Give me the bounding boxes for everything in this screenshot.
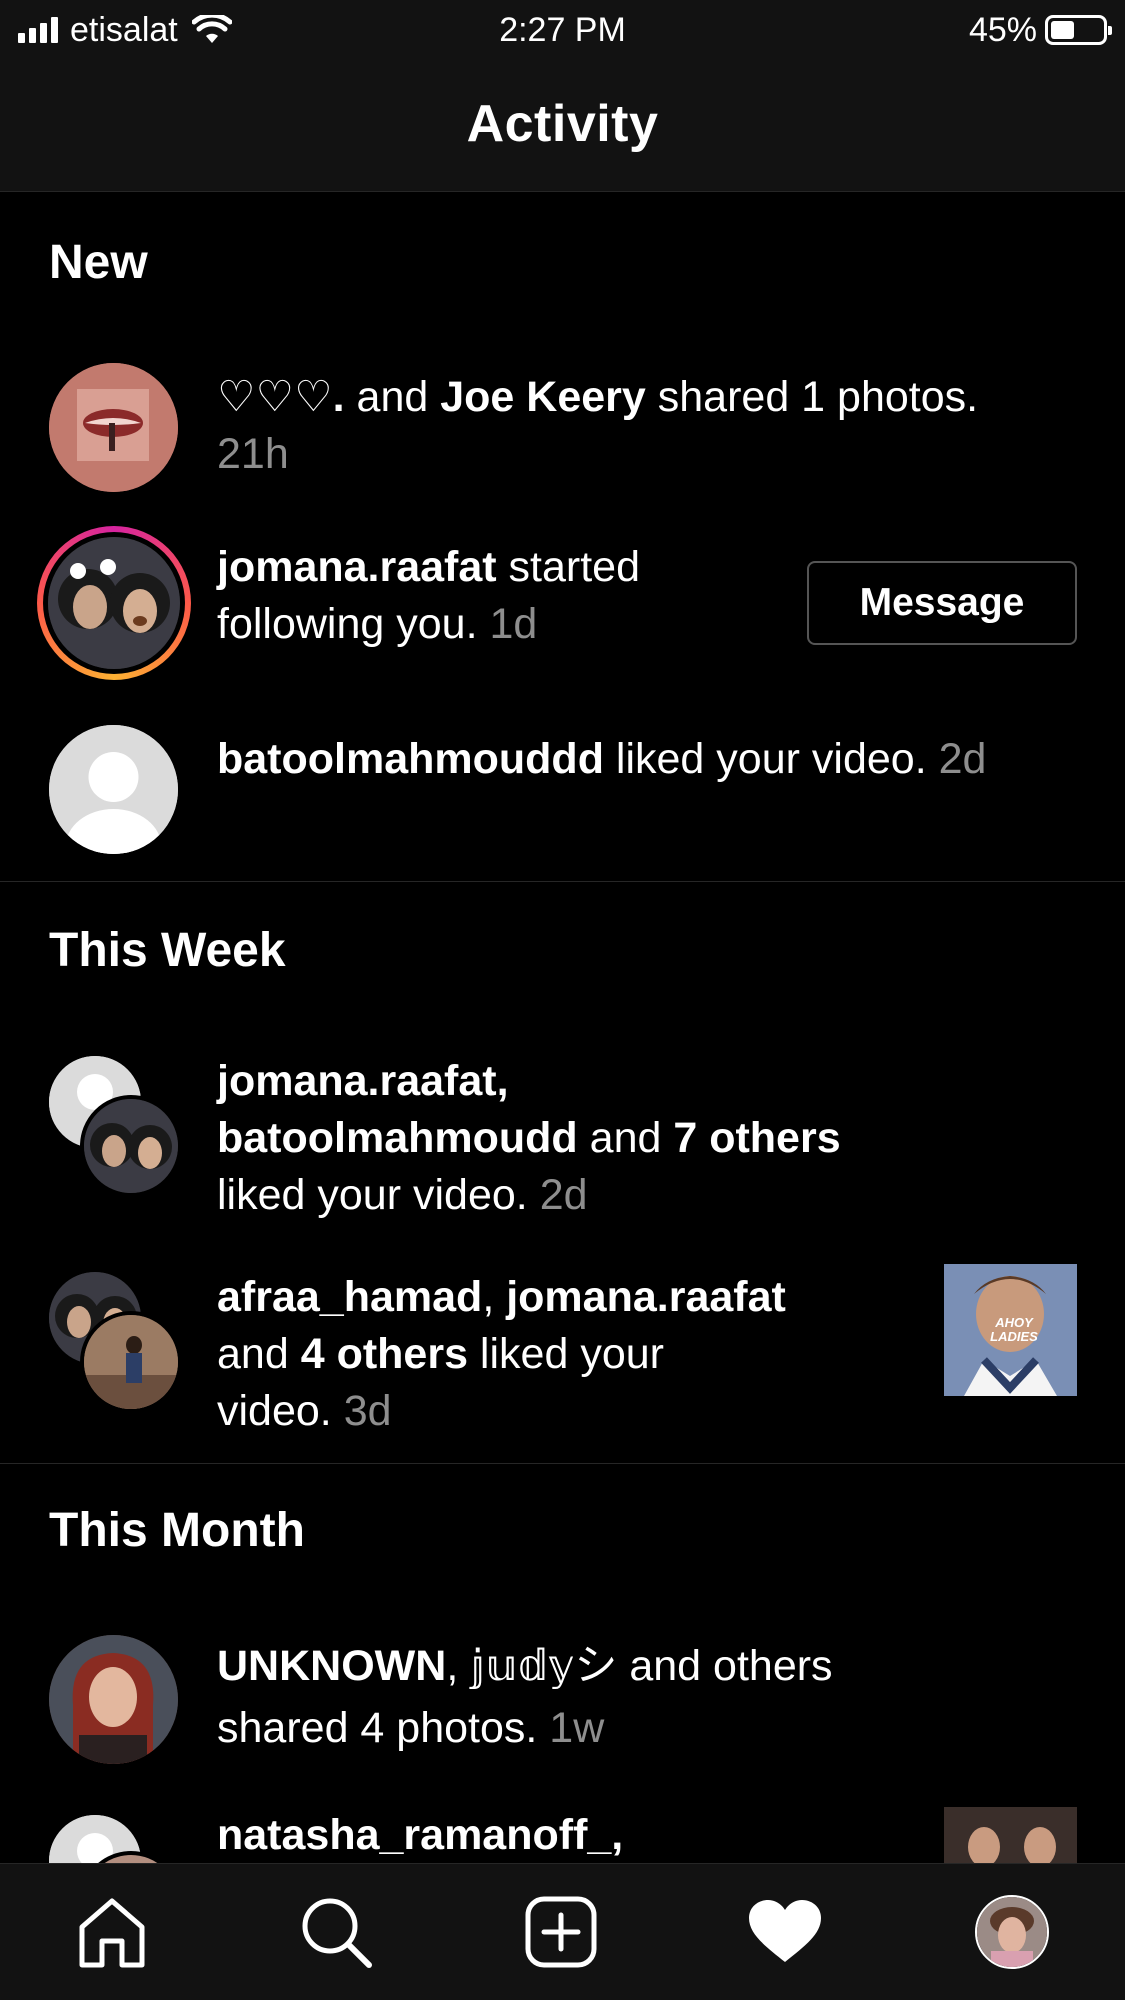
activity-text: batoolmahmouddd liked your video. 2d: [217, 731, 1037, 788]
timestamp: 3d: [343, 1387, 392, 1435]
section-divider: [0, 1463, 1125, 1464]
username[interactable]: ♡♡♡.: [217, 373, 345, 421]
activity-item[interactable]: ♡♡♡. and Joe Keery shared 1 photos. 21h: [0, 363, 1125, 513]
status-right: 45%: [968, 10, 1112, 50]
activity-text: natasha_ramanoff_,: [217, 1807, 917, 1863]
action-text: shared 1 photos.: [645, 373, 979, 421]
status-bar: etisalat 2:27 PM 45%: [0, 0, 1125, 60]
avatar-friends-image: [48, 537, 180, 669]
activity-screen: etisalat 2:27 PM 45% Activity New ♡♡♡. a…: [0, 0, 1125, 2000]
story-ring[interactable]: [37, 526, 191, 680]
avatar[interactable]: [80, 1311, 182, 1413]
activity-text: ♡♡♡. and Joe Keery shared 1 photos. 21h: [217, 369, 1037, 483]
activity-text: afraa_hamad, jomana.raafat and 4 others …: [217, 1269, 917, 1440]
activity-item[interactable]: UNKNOWN, 𝕛𝕦𝕕𝕪シ and others shared 4 photo…: [0, 1635, 1125, 1785]
page-header: Activity: [0, 60, 1125, 192]
activity-text: jomana.raafat started following you. 1d: [217, 539, 777, 653]
avatar-person-image: [49, 1635, 178, 1764]
username[interactable]: jomana.raafat: [506, 1273, 786, 1321]
others-link[interactable]: 4 others: [301, 1330, 468, 1378]
home-icon: [79, 1898, 145, 1968]
section-divider: [0, 881, 1125, 882]
activity-heart-icon: [749, 1900, 821, 1962]
thumbnail-caption: AHOY LADIES: [990, 1315, 1038, 1344]
default-avatar-icon: [49, 725, 178, 854]
avatar[interactable]: [49, 1635, 178, 1764]
others-link[interactable]: 7 others: [673, 1114, 840, 1162]
timestamp: 1d: [489, 600, 538, 648]
bottom-tab-bar: [0, 1863, 1125, 2000]
timestamp: 21h: [217, 430, 289, 478]
message-button[interactable]: Message: [807, 561, 1077, 645]
username[interactable]: UNKNOWN: [217, 1642, 446, 1690]
profile-avatar-image: [977, 1897, 1047, 1967]
search-icon: [302, 1898, 372, 1968]
timestamp: 1w: [549, 1704, 605, 1752]
activity-text: UNKNOWN, 𝕛𝕦𝕕𝕪シ and others shared 4 photo…: [217, 1635, 1097, 1759]
action-text: and others: [617, 1642, 833, 1690]
action-text: liked your: [467, 1330, 664, 1378]
battery-icon: [1045, 15, 1112, 45]
avatar[interactable]: [80, 1095, 182, 1197]
activity-text: jomana.raafat, batoolmahmoudd and 7 othe…: [217, 1053, 1097, 1224]
action-text: liked your video.: [603, 735, 927, 783]
username[interactable]: jomana.raafat: [217, 543, 497, 591]
joiner-text: and: [344, 373, 441, 421]
tab-new-post[interactable]: [521, 1892, 601, 1972]
username[interactable]: Joe Keery: [440, 373, 646, 421]
separator-text: ,: [482, 1273, 507, 1321]
username[interactable]: natasha_ramanoff_,: [217, 1811, 623, 1859]
profile-avatar: [975, 1895, 1049, 1969]
section-title-this-month: This Month: [49, 1504, 305, 1557]
avatar-friends-image: [84, 1099, 178, 1193]
username[interactable]: batoolmahmoudd: [217, 1114, 578, 1162]
username[interactable]: afraa_hamad: [217, 1273, 482, 1321]
tab-profile[interactable]: [972, 1892, 1052, 1972]
post-thumbnail[interactable]: [944, 1807, 1077, 1863]
activity-item[interactable]: batoolmahmouddd liked your video. 2d: [0, 725, 1125, 875]
avatar: [48, 537, 180, 669]
activity-item[interactable]: afraa_hamad, jomana.raafat and 4 others …: [0, 1264, 1125, 1469]
activity-item[interactable]: natasha_ramanoff_,: [0, 1807, 1125, 1863]
battery-percentage: 45%: [968, 10, 1037, 49]
action-text: video.: [217, 1387, 332, 1435]
avatar[interactable]: [49, 363, 178, 492]
avatar-person-image: [84, 1315, 178, 1409]
tab-activity[interactable]: [745, 1892, 825, 1972]
add-post-icon: [525, 1896, 597, 1968]
avatar[interactable]: [49, 725, 178, 854]
tab-home[interactable]: [72, 1892, 152, 1972]
section-title-this-week: This Week: [49, 924, 286, 977]
page-title: Activity: [466, 95, 659, 153]
post-thumbnail[interactable]: AHOY LADIES: [944, 1264, 1077, 1396]
username[interactable]: batoolmahmouddd: [217, 735, 604, 783]
section-title-new: New: [49, 236, 148, 289]
username[interactable]: jomana.raafat,: [217, 1057, 509, 1105]
timestamp: 2d: [938, 735, 987, 783]
activity-item[interactable]: jomana.raafat started following you. 1d …: [0, 526, 1125, 693]
activity-item[interactable]: jomana.raafat, batoolmahmoudd and 7 othe…: [0, 1053, 1125, 1253]
separator-text: ,: [446, 1642, 471, 1690]
action-text: shared 4 photos.: [217, 1704, 538, 1752]
status-time: 2:27 PM: [499, 11, 626, 49]
video-thumbnail-image: [944, 1807, 1077, 1863]
username[interactable]: 𝕛𝕦𝕕𝕪シ: [470, 1642, 617, 1690]
activity-feed[interactable]: New ♡♡♡. and Joe Keery shared 1 photos. …: [0, 193, 1125, 1863]
joiner-text: and: [217, 1330, 301, 1378]
tab-search[interactable]: [296, 1892, 376, 1972]
joiner-text: and: [577, 1114, 674, 1162]
avatar-lips-image: [49, 363, 178, 492]
timestamp: 2d: [539, 1171, 588, 1219]
action-text: liked your video.: [217, 1171, 528, 1219]
